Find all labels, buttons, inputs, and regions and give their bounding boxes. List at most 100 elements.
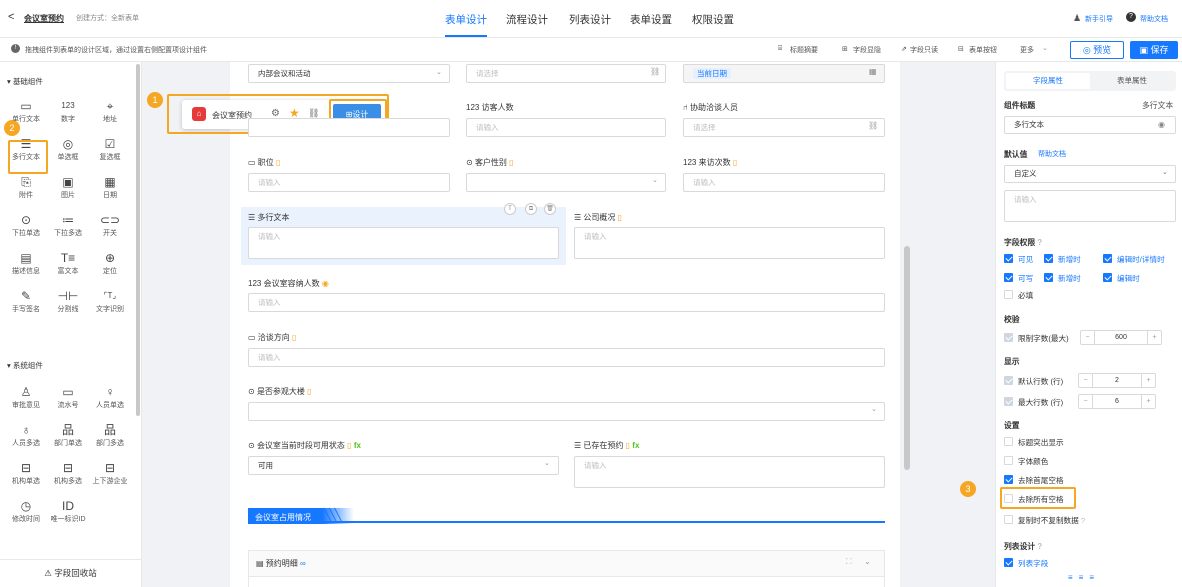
visitors-input[interactable]: 请输入 xyxy=(466,118,666,137)
component-radio[interactable]: ◎ 单选框 xyxy=(48,136,88,162)
expand-icon[interactable]: ⛶ xyxy=(846,557,852,567)
perm-write-add-checkbox[interactable] xyxy=(1044,273,1053,282)
chevron-down-icon[interactable]: ⌄ xyxy=(864,557,871,566)
perm-visible-add-checkbox[interactable] xyxy=(1044,254,1053,263)
default-rows-stepper[interactable]: − 2 + xyxy=(1078,373,1156,388)
multi-line-textarea[interactable]: 请输入 xyxy=(248,227,559,259)
trim-spaces-checkbox[interactable] xyxy=(1004,475,1013,484)
default-rows-checkbox[interactable] xyxy=(1004,376,1013,385)
plus-icon[interactable]: + xyxy=(1141,374,1155,387)
perm-visible-edit-checkbox[interactable] xyxy=(1103,254,1112,263)
direction-input[interactable]: 请输入 xyxy=(248,348,885,367)
current-date-field[interactable]: 当前日期 xyxy=(683,64,885,83)
title-highlight-checkbox[interactable] xyxy=(1004,437,1013,446)
minus-icon[interactable]: − xyxy=(1081,331,1095,344)
component-id[interactable]: ID 唯一标识ID xyxy=(48,498,88,524)
component-location[interactable]: ⌖ 地址 xyxy=(90,98,130,124)
component-dropdown-single[interactable]: ⊙ 下拉单选 xyxy=(6,212,46,238)
title-summary-button[interactable]: 标题摘要 xyxy=(790,45,818,55)
component-image[interactable]: ▣ 图片 xyxy=(48,174,88,200)
no-copy-checkbox[interactable] xyxy=(1004,515,1013,524)
help-doc-link[interactable]: 帮助文档 xyxy=(1038,149,1066,159)
field-recycle-bin[interactable]: ⚠ 字段回收站 xyxy=(0,559,141,587)
max-rows-checkbox[interactable] xyxy=(1004,397,1013,406)
save-button[interactable]: ▣ 保存 xyxy=(1130,41,1178,59)
component-number[interactable]: 123 数字 xyxy=(48,98,88,124)
tab-form-settings[interactable]: 表单设置 xyxy=(630,12,672,27)
perm-write-edit-checkbox[interactable] xyxy=(1103,273,1112,282)
gender-select[interactable] xyxy=(466,173,666,192)
help-link[interactable]: 帮助文档 xyxy=(1140,14,1168,24)
meeting-type-select[interactable]: 内部会议和活动 xyxy=(248,64,450,83)
row1-col1-input[interactable] xyxy=(248,118,450,137)
component-calendar[interactable]: ▦ 日期 xyxy=(90,174,130,200)
tab-permission[interactable]: 权限设置 xyxy=(692,12,734,27)
tab-flow-design[interactable]: 流程设计 xyxy=(506,12,548,27)
left-scrollbar[interactable] xyxy=(136,64,140,416)
component-attachment[interactable]: ⎘ 附件 xyxy=(6,174,46,200)
component-serial[interactable]: ▭ 流水号 xyxy=(48,384,88,410)
canvas-scrollbar[interactable] xyxy=(904,246,910,470)
title-icon[interactable]: T xyxy=(504,203,516,215)
component-approval[interactable]: ♙ 审批意见 xyxy=(6,384,46,410)
required-checkbox[interactable] xyxy=(1004,290,1013,299)
tab-form-design[interactable]: 表单设计 xyxy=(445,12,487,27)
component-org[interactable]: ⊟ 机构单选 xyxy=(6,460,46,486)
minus-icon[interactable]: − xyxy=(1079,395,1093,408)
limit-checkbox[interactable] xyxy=(1004,333,1013,342)
component-users[interactable]: ♁ 人员多选 xyxy=(6,422,46,448)
capacity-input[interactable]: 请输入 xyxy=(248,293,885,312)
plus-icon[interactable]: + xyxy=(1147,331,1161,344)
position-input[interactable]: 请输入 xyxy=(248,173,450,192)
component-dept[interactable]: 品部门单选 xyxy=(48,422,88,448)
visits-input[interactable]: 请输入 xyxy=(683,173,885,192)
delete-icon[interactable]: 🗑 xyxy=(544,203,556,215)
perm-visible-checkbox[interactable] xyxy=(1004,254,1013,263)
component-checkbox[interactable]: ☑ 复选框 xyxy=(90,136,130,162)
tab-list-design[interactable]: 列表设计 xyxy=(569,12,611,27)
component-title-input[interactable]: 多行文本 xyxy=(1004,116,1176,134)
default-value-textarea[interactable]: 请输入 xyxy=(1004,190,1176,222)
preview-button[interactable]: ◎ 预览 xyxy=(1070,41,1124,59)
component-signature[interactable]: ✎ 手写签名 xyxy=(6,288,46,314)
visit-building-select[interactable] xyxy=(248,402,885,421)
component-orgs[interactable]: ⊟ 机构多选 xyxy=(48,460,88,486)
form-buttons-button[interactable]: 表单按钮 xyxy=(969,45,997,55)
copy-icon[interactable]: ⧉ xyxy=(525,203,537,215)
perm-write-checkbox[interactable] xyxy=(1004,273,1013,282)
max-rows-stepper[interactable]: − 6 + xyxy=(1078,394,1156,409)
back-icon[interactable]: < xyxy=(8,11,14,23)
guide-link[interactable]: 新手引导 xyxy=(1085,14,1113,24)
status-select[interactable]: 可用 xyxy=(248,456,559,475)
tab-form-properties[interactable]: 表单属性 xyxy=(1090,73,1174,89)
component-clock[interactable]: ◷ 修改时间 xyxy=(6,498,46,524)
component-switch[interactable]: ⊂⊃ 开关 xyxy=(90,212,130,238)
booked-textarea[interactable]: 请输入 xyxy=(574,456,885,488)
minus-icon[interactable]: − xyxy=(1079,374,1093,387)
component-ocr[interactable]: ⌜T⌟ 文字识别 xyxy=(90,288,130,314)
more-button[interactable]: 更多 xyxy=(1020,45,1034,55)
chevron-down-icon: ⌄ xyxy=(1162,169,1168,176)
default-value-select[interactable]: 自定义 xyxy=(1004,165,1176,183)
component-enterprise[interactable]: ⊟ 上下游企业 xyxy=(90,460,130,486)
component-user[interactable]: ♀ 人员单选 xyxy=(90,384,130,410)
company-textarea[interactable]: 请输入 xyxy=(574,227,885,259)
limit-stepper[interactable]: − 600 + xyxy=(1080,330,1162,345)
field-visibility-button[interactable]: 字段显隐 xyxy=(853,45,881,55)
component-depts[interactable]: 品部门多选 xyxy=(90,422,130,448)
plus-icon[interactable]: + xyxy=(1141,395,1155,408)
component-divider[interactable]: ⊣⊢ 分割线 xyxy=(48,288,88,314)
component-description[interactable]: ▤ 描述信息 xyxy=(6,250,46,276)
font-color-checkbox[interactable] xyxy=(1004,456,1013,465)
component-locate[interactable]: ⊕ 定位 xyxy=(90,250,130,276)
align-icons[interactable]: ≡≡≡ xyxy=(1068,573,1100,582)
field-readonly-button[interactable]: 字段只读 xyxy=(910,45,938,55)
eye-icon[interactable]: ◉ xyxy=(1158,120,1165,129)
form-title[interactable]: 会议室预约 xyxy=(24,13,64,24)
component-dropdown-multi[interactable]: ≔ 下拉多选 xyxy=(48,212,88,238)
tab-field-properties[interactable]: 字段属性 xyxy=(1006,73,1090,89)
assist-select[interactable]: 请选择 xyxy=(683,118,885,137)
component-rich-text[interactable]: T≡ 富文本 xyxy=(48,250,88,276)
list-field-checkbox[interactable] xyxy=(1004,558,1013,567)
top-select-2[interactable]: 请选择 xyxy=(466,64,666,83)
